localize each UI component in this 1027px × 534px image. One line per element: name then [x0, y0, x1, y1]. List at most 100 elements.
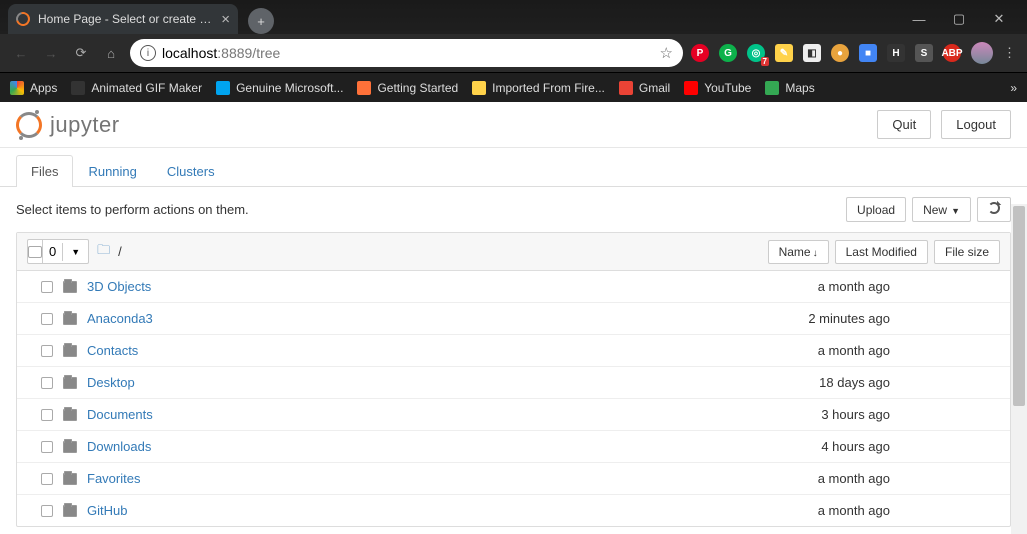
home-button[interactable]: ⌂	[100, 42, 122, 64]
jupyter-tabs: Files Running Clusters	[0, 154, 1027, 187]
refresh-button[interactable]	[977, 197, 1011, 222]
select-dropdown-icon[interactable]: ▼	[62, 243, 88, 261]
row-modified: 2 minutes ago	[770, 311, 920, 326]
row-name-link[interactable]: Downloads	[87, 439, 151, 454]
bookmark-icon	[71, 81, 85, 95]
window-minimize-button[interactable]: —	[899, 4, 939, 34]
bookmark-label: Imported From Fire...	[492, 81, 605, 95]
bookmark-item[interactable]: Apps	[10, 81, 57, 95]
file-row: Downloads 4 hours ago	[17, 431, 1010, 463]
row-modified: a month ago	[770, 279, 920, 294]
row-checkbox[interactable]	[41, 377, 53, 389]
row-modified: 4 hours ago	[770, 439, 920, 454]
row-checkbox[interactable]	[41, 473, 53, 485]
profile-avatar[interactable]	[971, 42, 993, 64]
folder-icon	[63, 473, 77, 485]
bookmark-item[interactable]: Getting Started	[357, 81, 458, 95]
row-name-link[interactable]: Contacts	[87, 343, 138, 358]
bookmark-label: Genuine Microsoft...	[236, 81, 343, 95]
pencil-ext-icon[interactable]: ✎	[775, 44, 793, 62]
row-checkbox[interactable]	[41, 345, 53, 357]
row-checkbox[interactable]	[41, 409, 53, 421]
quit-button[interactable]: Quit	[877, 110, 931, 139]
breadcrumb-root[interactable]: /	[118, 244, 122, 259]
back-button[interactable]: ←	[10, 42, 32, 64]
grammarly-ext-icon[interactable]: G	[719, 44, 737, 62]
ext-icon-badge[interactable]: ◎7	[747, 44, 765, 62]
bookmark-item[interactable]: Maps	[765, 81, 814, 95]
row-checkbox[interactable]	[41, 441, 53, 453]
select-all-checkbox[interactable]	[28, 246, 42, 258]
row-checkbox[interactable]	[41, 505, 53, 517]
upload-button[interactable]: Upload	[846, 197, 906, 222]
bookmark-item[interactable]: Gmail	[619, 81, 670, 95]
file-list: 0 ▼ 🗀 / Name↓ Last Modified File size 3D…	[16, 232, 1011, 527]
folder-icon	[63, 409, 77, 421]
row-name-link[interactable]: 3D Objects	[87, 279, 151, 294]
forward-button[interactable]: →	[40, 42, 62, 64]
browser-tab[interactable]: Home Page - Select or create a n ×	[8, 4, 238, 34]
address-bar[interactable]: i localhost:8889/tree ☆	[130, 39, 683, 67]
new-tab-button[interactable]: +	[248, 8, 274, 34]
jupyter-logo-text: jupyter	[50, 112, 120, 138]
new-dropdown-button[interactable]: New▼	[912, 197, 971, 222]
ext-icon-2[interactable]: ■	[859, 44, 877, 62]
bookmark-item[interactable]: Animated GIF Maker	[71, 81, 202, 95]
ext-icon-s[interactable]: S	[915, 44, 933, 62]
ext-icon-1[interactable]: ◧	[803, 44, 821, 62]
row-name-link[interactable]: Anaconda3	[87, 311, 153, 326]
sort-modified-button[interactable]: Last Modified	[835, 240, 928, 264]
select-all-group[interactable]: 0 ▼	[27, 239, 89, 264]
tab-files[interactable]: Files	[16, 155, 73, 187]
file-list-header: 0 ▼ 🗀 / Name↓ Last Modified File size	[17, 233, 1010, 271]
window-maximize-button[interactable]: ▢	[939, 4, 979, 34]
bookmark-item[interactable]: YouTube	[684, 81, 751, 95]
bookmark-star-icon[interactable]: ☆	[660, 44, 673, 62]
action-hint: Select items to perform actions on them.	[16, 202, 249, 217]
bookmark-icon	[216, 81, 230, 95]
extension-icons: P G ◎7 ✎ ◧ ● ■ H S ABP ⋮	[691, 42, 1017, 64]
bookmark-label: YouTube	[704, 81, 751, 95]
folder-icon	[63, 281, 77, 293]
bookmarks-overflow-icon[interactable]: »	[1010, 81, 1017, 95]
tab-clusters[interactable]: Clusters	[152, 155, 230, 187]
row-checkbox[interactable]	[41, 313, 53, 325]
row-name-link[interactable]: Documents	[87, 407, 153, 422]
vertical-scrollbar[interactable]	[1011, 204, 1027, 534]
row-modified: a month ago	[770, 471, 920, 486]
row-modified: a month ago	[770, 343, 920, 358]
folder-icon	[63, 377, 77, 389]
breadcrumb-folder-icon[interactable]: 🗀	[97, 241, 110, 263]
browser-menu-button[interactable]: ⋮	[1003, 45, 1017, 61]
sort-name-button[interactable]: Name↓	[768, 240, 829, 264]
reload-button[interactable]: ⟳	[70, 42, 92, 64]
row-modified: a month ago	[770, 503, 920, 518]
sort-size-button[interactable]: File size	[934, 240, 1000, 264]
folder-icon	[63, 505, 77, 517]
close-tab-icon[interactable]: ×	[221, 12, 230, 27]
row-checkbox[interactable]	[41, 281, 53, 293]
bookmark-icon	[472, 81, 486, 95]
file-row: Favorites a month ago	[17, 463, 1010, 495]
tab-title: Home Page - Select or create a n	[38, 12, 213, 26]
site-info-icon[interactable]: i	[140, 45, 156, 61]
row-name-link[interactable]: Favorites	[87, 471, 140, 486]
bookmark-icon	[357, 81, 371, 95]
file-toolbar: Select items to perform actions on them.…	[0, 187, 1027, 232]
window-close-button[interactable]: ✕	[979, 4, 1019, 34]
folder-icon	[63, 345, 77, 357]
logout-button[interactable]: Logout	[941, 110, 1011, 139]
ext-icon-3[interactable]: H	[887, 44, 905, 62]
pinterest-ext-icon[interactable]: P	[691, 44, 709, 62]
row-name-link[interactable]: GitHub	[87, 503, 127, 518]
bookmark-item[interactable]: Genuine Microsoft...	[216, 81, 343, 95]
bookmark-item[interactable]: Imported From Fire...	[472, 81, 605, 95]
file-row: Contacts a month ago	[17, 335, 1010, 367]
adblock-ext-icon[interactable]: ABP	[943, 44, 961, 62]
jupyter-logo[interactable]: jupyter	[16, 112, 120, 138]
file-row: Desktop18 days ago	[17, 367, 1010, 399]
tab-running[interactable]: Running	[73, 155, 151, 187]
row-name-link[interactable]: Desktop	[87, 375, 135, 390]
scrollbar-thumb[interactable]	[1013, 206, 1025, 406]
cookie-ext-icon[interactable]: ●	[831, 44, 849, 62]
